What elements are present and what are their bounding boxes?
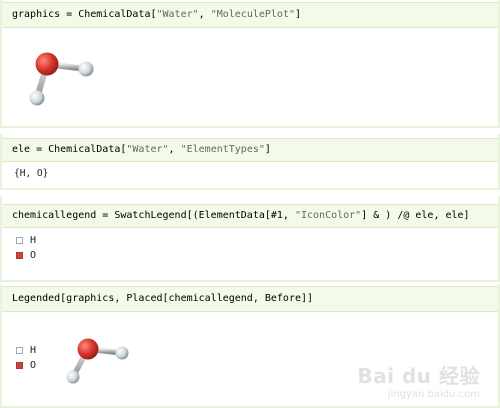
water-molecule-icon (66, 338, 129, 384)
input-line-4[interactable]: Legended[graphics, Placed[chemicallegend… (2, 286, 498, 312)
notebook-cell-1: graphics = ChemicalData["Water", "Molecu… (0, 0, 500, 128)
baidu-watermark: Bai du 经验 jingyan.baidu.com (357, 364, 480, 400)
legend-item-h: H (16, 345, 36, 356)
swatch-o (16, 362, 23, 369)
input-line-3[interactable]: chemicallegend = SwatchLegend[(ElementDa… (2, 204, 498, 228)
input-line-1[interactable]: graphics = ChemicalData["Water", "Molecu… (2, 2, 498, 28)
notebook-cell-3: chemicallegend = SwatchLegend[(ElementDa… (0, 196, 500, 282)
swatch-o (16, 252, 23, 259)
notebook-cell-4: Legended[graphics, Placed[chemicallegend… (0, 284, 500, 408)
swatch-h (16, 237, 23, 244)
swatch-h (16, 347, 23, 354)
water-molecule-icon (29, 52, 94, 106)
legend-item-o: O (16, 360, 36, 371)
output-element-list: {H, O} (14, 168, 49, 179)
input-line-2[interactable]: ele = ChemicalData["Water", "ElementType… (2, 138, 498, 162)
legend-item-o: O (16, 250, 36, 261)
legend-item-h: H (16, 235, 36, 246)
notebook-cell-2: ele = ChemicalData["Water", "ElementType… (0, 134, 500, 190)
